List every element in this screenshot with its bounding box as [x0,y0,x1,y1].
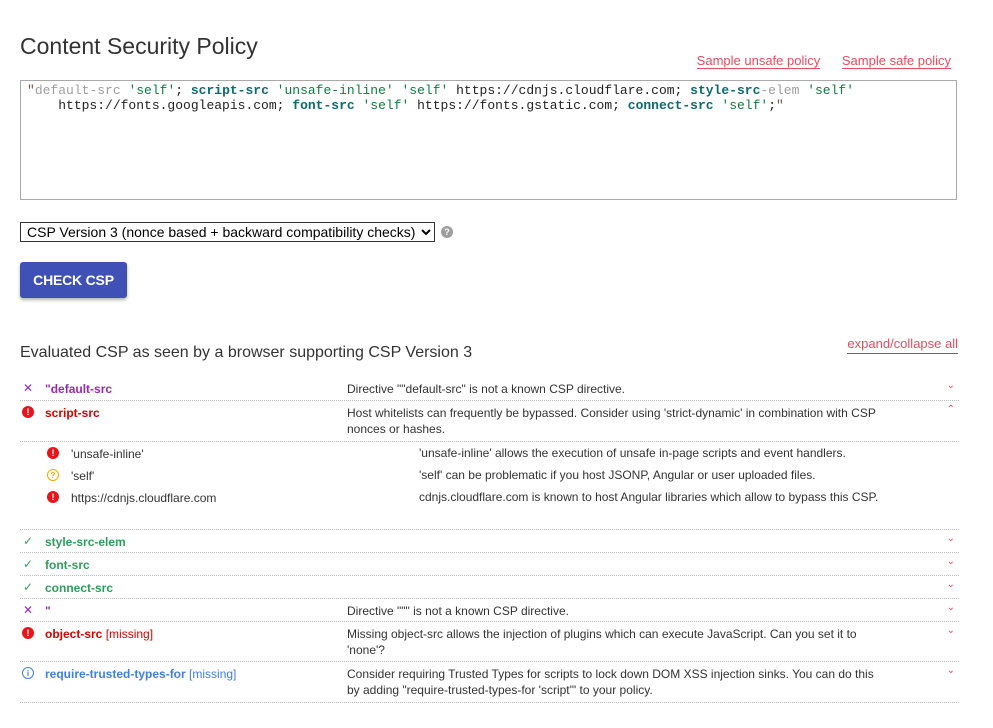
directive-description: Directive """ is not a known CSP directi… [347,604,569,618]
eval-row-quote[interactable]: ✕ " Directive """ is not a known CSP dir… [20,599,959,622]
error-icon: ! [47,491,59,503]
policy-token: https://cdnjs.cloudflare.com [456,83,675,98]
source-value: 'self' [71,469,95,483]
directive-name: require-trusted-types-for [missing] [45,667,236,681]
check-icon: ✓ [22,580,34,594]
sample-unsafe-policy-link[interactable]: Sample unsafe policy [696,53,821,69]
error-icon: ! [47,447,59,459]
error-icon: ! [47,447,59,459]
policy-token: ; [768,98,777,113]
policy-token: " [776,98,784,113]
directive-description: Host whitelists can frequently be bypass… [347,406,876,436]
help-icon[interactable]: ? [441,226,453,238]
eval-row-style-src-elem[interactable]: ✓ style-src-elem ⌄ [20,530,959,553]
script-src-details: ! 'unsafe-inline' 'unsafe-inline' allows… [20,442,959,530]
directive-description: Consider requiring Trusted Types for scr… [347,667,874,697]
eval-row-connect-src[interactable]: ✓ connect-src ⌄ [20,576,959,599]
directive-name: object-src [missing] [45,627,153,641]
list-item: ? 'self' 'self' can be problematic if yo… [20,466,959,488]
policy-token: 'self' [799,83,854,98]
directive-name: style-src-elem [45,535,126,549]
csp-textarea[interactable]: "default-src 'self'; script-src 'unsafe-… [20,80,957,200]
policy-token: " [27,83,35,98]
policy-token: script-src [190,83,269,98]
page-title: Content Security Policy [20,33,258,59]
source-value: 'unsafe-inline' [71,447,144,461]
eval-row-script-src[interactable]: ! script-src Host whitelists can frequen… [20,401,959,442]
directive-name: connect-src [45,581,114,595]
source-value: https://cdnjs.cloudflare.com [71,491,217,505]
missing-badge: [missing] [189,667,237,681]
directive-name: font-src [45,558,90,572]
chevron-down-icon[interactable]: ⌄ [947,533,955,544]
policy-token: style-src [690,83,761,98]
check-csp-button[interactable]: CHECK CSP [20,262,127,298]
invalid-x-icon: ✕ [22,381,34,395]
check-icon: ✓ [22,534,34,548]
source-description: 'self' can be problematic if you host JS… [419,468,816,482]
directive-name: " [45,604,51,618]
policy-token: 'self' [354,98,418,113]
error-icon: ! [22,627,34,639]
eval-row-require-trusted-types-for[interactable]: i require-trusted-types-for [missing] Co… [20,662,959,703]
evaluated-csp-title: Evaluated CSP as seen by a browser suppo… [20,344,473,361]
policy-token: default-src [34,83,121,98]
policy-token [27,98,58,113]
warning-icon: ? [47,469,59,481]
directive-description: Directive ""default-src" is not a known … [347,382,625,396]
directive-description: Missing object-src allows the injection … [347,627,857,657]
directive-label: object-src [45,627,103,641]
policy-token: 'self' [120,83,176,98]
chevron-down-icon[interactable]: ⌄ [947,556,955,567]
error-icon: ! [47,491,59,503]
policy-token: -elem [760,83,800,98]
evaluation-list: ✕ "default-src Directive ""default-src" … [20,377,959,703]
chevron-down-icon[interactable]: ⌄ [947,380,955,391]
sample-policy-links: Sample unsafe policy Sample safe policy [679,53,951,69]
warning-icon: ? [47,469,59,481]
policy-token: connect-src [627,98,714,113]
policy-token: ; [175,83,191,98]
info-icon: i [22,667,34,679]
policy-token: 'unsafe-inline' 'self' [268,83,457,98]
sample-safe-policy-link[interactable]: Sample safe policy [841,53,951,69]
error-icon: ! [22,627,34,639]
expand-collapse-all-link[interactable]: expand/collapse all [847,336,958,354]
policy-token: ; [674,83,691,98]
source-description: 'unsafe-inline' allows the execution of … [419,446,846,460]
csp-version-select[interactable]: CSP Version 3 (nonce based + backward co… [20,222,435,242]
source-description: cdnjs.cloudflare.com is known to host An… [419,490,879,504]
chevron-down-icon[interactable]: ⌄ [947,602,955,613]
eval-row-object-src[interactable]: ! object-src [missing] Missing object-sr… [20,622,959,662]
chevron-up-icon[interactable]: ⌃ [947,404,955,415]
eval-row-default-src[interactable]: ✕ "default-src Directive ""default-src" … [20,377,959,401]
policy-token: ; [612,98,628,113]
error-icon: ! [22,406,34,418]
directive-label: require-trusted-types-for [45,667,186,681]
version-row: CSP Version 3 (nonce based + backward co… [20,222,453,242]
invalid-x-icon: ✕ [22,603,34,617]
policy-token: https://fonts.googleapis.com [58,98,277,113]
directive-name: "default-src [45,382,113,396]
missing-badge: [missing] [105,627,154,641]
chevron-down-icon[interactable]: ⌄ [947,579,955,590]
eval-row-font-src[interactable]: ✓ font-src ⌄ [20,553,959,576]
chevron-down-icon[interactable]: ⌄ [947,625,955,636]
error-icon: ! [22,406,34,418]
check-icon: ✓ [22,557,34,571]
policy-token: 'self' [713,98,769,113]
list-item: ! 'unsafe-inline' 'unsafe-inline' allows… [20,444,959,466]
chevron-down-icon[interactable]: ⌄ [947,665,955,676]
policy-token: https://fonts.gstatic.com [417,98,613,113]
directive-name: script-src [45,406,100,420]
list-item: ! https://cdnjs.cloudflare.com cdnjs.clo… [20,488,959,510]
info-icon: i [22,667,34,679]
policy-token: ; [276,98,293,113]
policy-token: font-src [292,98,355,113]
